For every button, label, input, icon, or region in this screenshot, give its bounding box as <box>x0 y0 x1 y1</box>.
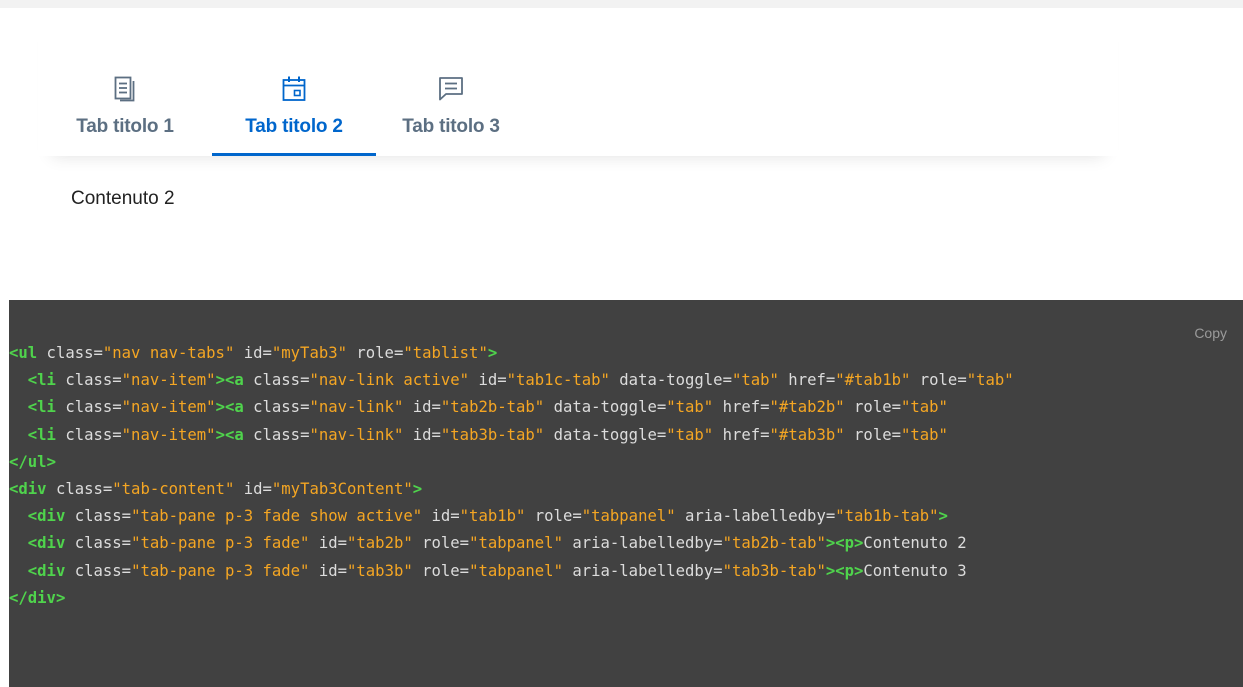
tab-pane-content: Contenuto 2 <box>71 188 175 209</box>
code-line: <ul class="nav nav-tabs" id="myTab3" rol… <box>9 344 498 362</box>
code-line: <li class="nav-item"><a class="nav-link … <box>27 371 1014 390</box>
code-line: <div class="tab-pane p-3 fade" id="tab3b… <box>27 561 967 580</box>
top-divider <box>0 0 1243 8</box>
code-line: <div class="tab-content" id="myTab3Conte… <box>9 480 423 499</box>
code-snippet: Copy <ul class="nav nav-tabs" id="myTab3… <box>9 300 1243 687</box>
comment-icon <box>439 77 463 101</box>
tab-1[interactable]: Tab titolo 1 <box>38 8 212 156</box>
tab-3[interactable]: Tab titolo 3 <box>376 8 526 156</box>
code-listing: <ul class="nav nav-tabs" id="myTab3" rol… <box>9 340 1014 612</box>
code-line: <li class="nav-item"><a class="nav-link"… <box>27 398 948 417</box>
tab-1-label: Tab titolo 1 <box>76 116 174 137</box>
code-line: <div class="tab-pane p-3 fade show activ… <box>27 507 948 526</box>
tabs-demo: Tab titolo 1 Tab titolo 2 Tab titolo 3 C… <box>38 8 1243 300</box>
code-line: </ul> <box>9 452 56 471</box>
code-line: <div class="tab-pane p-3 fade" id="tab2b… <box>27 534 967 553</box>
document-icon <box>114 76 135 102</box>
tab-list: Tab titolo 1 Tab titolo 2 Tab titolo 3 <box>38 8 1118 156</box>
tab-2[interactable]: Tab titolo 2 <box>212 8 376 156</box>
tab-2-label: Tab titolo 2 <box>245 116 343 137</box>
code-line: </div> <box>9 588 66 607</box>
calendar-icon <box>282 76 306 101</box>
copy-button[interactable]: Copy <box>1194 325 1227 341</box>
tab-3-label: Tab titolo 3 <box>402 116 500 137</box>
code-line: <li class="nav-item"><a class="nav-link"… <box>27 425 948 444</box>
